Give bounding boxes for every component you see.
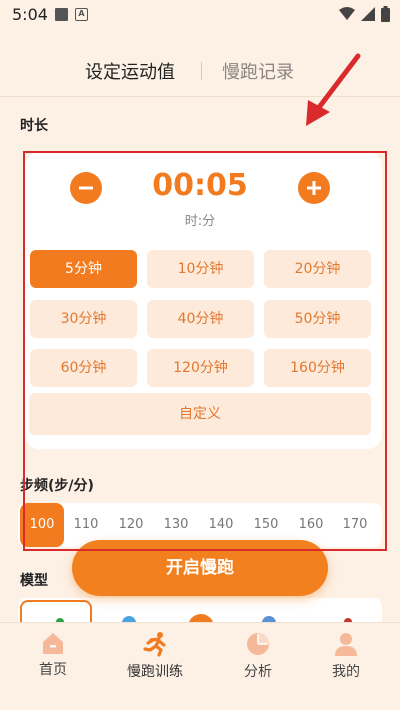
plus-icon (307, 181, 321, 195)
duration-option-20[interactable]: 20分钟 (264, 250, 371, 288)
nav-analysis[interactable]: 分析 (213, 631, 303, 681)
status-time: 5:04 (12, 5, 48, 24)
increase-button[interactable] (298, 172, 330, 204)
nav-mine[interactable]: 我的 (301, 631, 391, 681)
duration-option-40[interactable]: 40分钟 (147, 300, 254, 338)
duration-option-10[interactable]: 10分钟 (147, 250, 254, 288)
pie-chart-icon (247, 633, 269, 655)
duration-option-160[interactable]: 160分钟 (264, 349, 371, 387)
wifi-icon (339, 7, 355, 20)
tab-divider (201, 62, 202, 80)
nav-jog-training[interactable]: 慢跑训练 (110, 631, 200, 681)
duration-option-120[interactable]: 120分钟 (147, 349, 254, 387)
user-icon (335, 633, 357, 656)
duration-label: 时长 (20, 118, 48, 134)
runner-icon (143, 632, 166, 657)
duration-unit: 时:分 (184, 214, 216, 229)
duration-option-50[interactable]: 50分钟 (264, 300, 371, 338)
tab-set-exercise[interactable]: 设定运动值 (85, 58, 175, 84)
duration-option-5[interactable]: 5分钟 (30, 250, 137, 288)
nav-home[interactable]: 首页 (8, 631, 98, 679)
bottom-navigation: 首页 慢跑训练 分析 我的 (0, 622, 400, 710)
minus-icon (79, 186, 93, 190)
nav-label: 慢跑训练 (127, 664, 183, 680)
start-jog-button[interactable]: 开启慢跑 (72, 540, 328, 596)
duration-value: 00:05 (152, 168, 248, 203)
signal-icon (361, 7, 375, 21)
duration-option-30[interactable]: 30分钟 (30, 300, 137, 338)
status-bar: 5:04 A (0, 0, 400, 30)
notification-icon (55, 8, 68, 21)
model-label: 模型 (20, 573, 48, 589)
nav-label: 首页 (39, 662, 67, 678)
cadence-label: 步频(步/分) (20, 478, 94, 494)
cadence-option[interactable]: 170 (333, 503, 377, 547)
tab-jog-record[interactable]: 慢跑记录 (222, 58, 294, 84)
nav-label: 我的 (332, 664, 360, 680)
home-icon (43, 633, 63, 654)
custom-duration-button[interactable]: 自定义 (29, 393, 371, 435)
decrease-button[interactable] (70, 172, 102, 204)
cadence-option[interactable]: 100 (20, 503, 64, 547)
status-icons (339, 6, 390, 22)
font-notification-icon: A (75, 8, 88, 21)
annotation-arrow-icon (306, 53, 361, 126)
nav-label: 分析 (244, 664, 272, 680)
battery-icon (381, 6, 390, 22)
duration-option-60[interactable]: 60分钟 (30, 349, 137, 387)
